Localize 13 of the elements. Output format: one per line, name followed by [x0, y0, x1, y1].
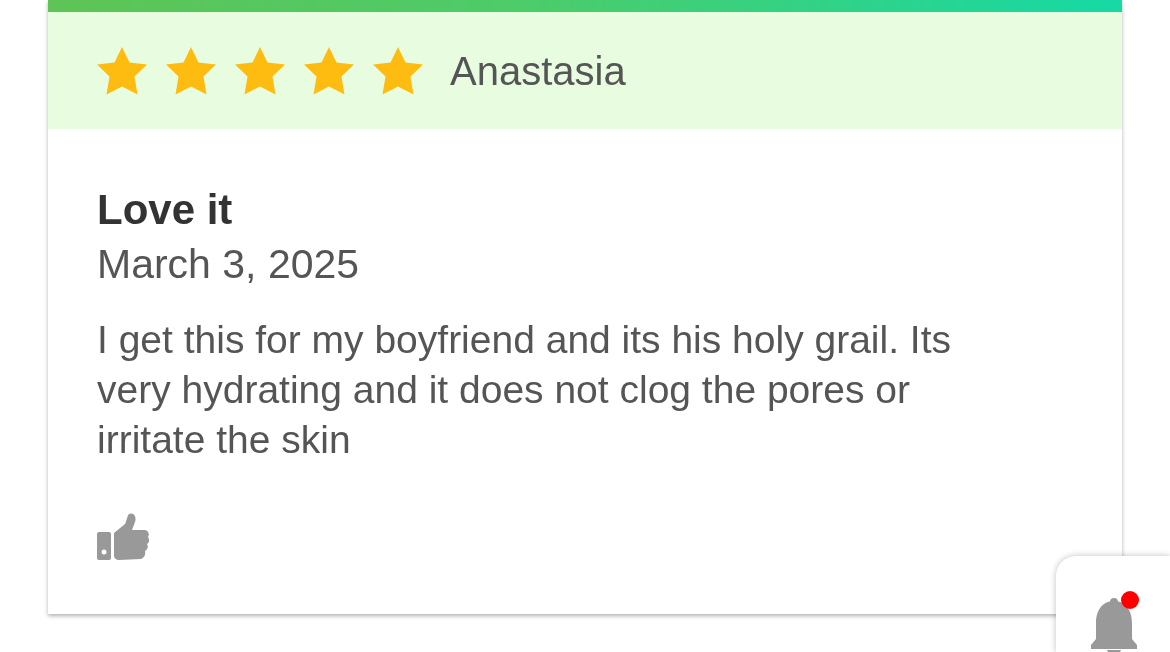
reviewer-name: Anastasia	[450, 50, 626, 91]
star-filled-icon	[303, 45, 355, 96]
thumbs-up-icon	[97, 512, 149, 562]
review-title: Love it	[97, 187, 233, 233]
bell-icon	[1088, 597, 1140, 652]
review-text: I get this for my boyfriend and its his holy grail. Its very hydrating and it does not clog the pores or irritate the skin	[97, 317, 953, 463]
notification-widget[interactable]	[1056, 556, 1170, 652]
like-button[interactable]	[97, 512, 149, 562]
star-filled-icon	[165, 45, 217, 96]
star-filled-icon	[234, 45, 286, 96]
review-date: March 3, 2025	[97, 241, 360, 287]
star-filled-icon	[96, 45, 148, 96]
star-filled-icon	[372, 45, 424, 96]
